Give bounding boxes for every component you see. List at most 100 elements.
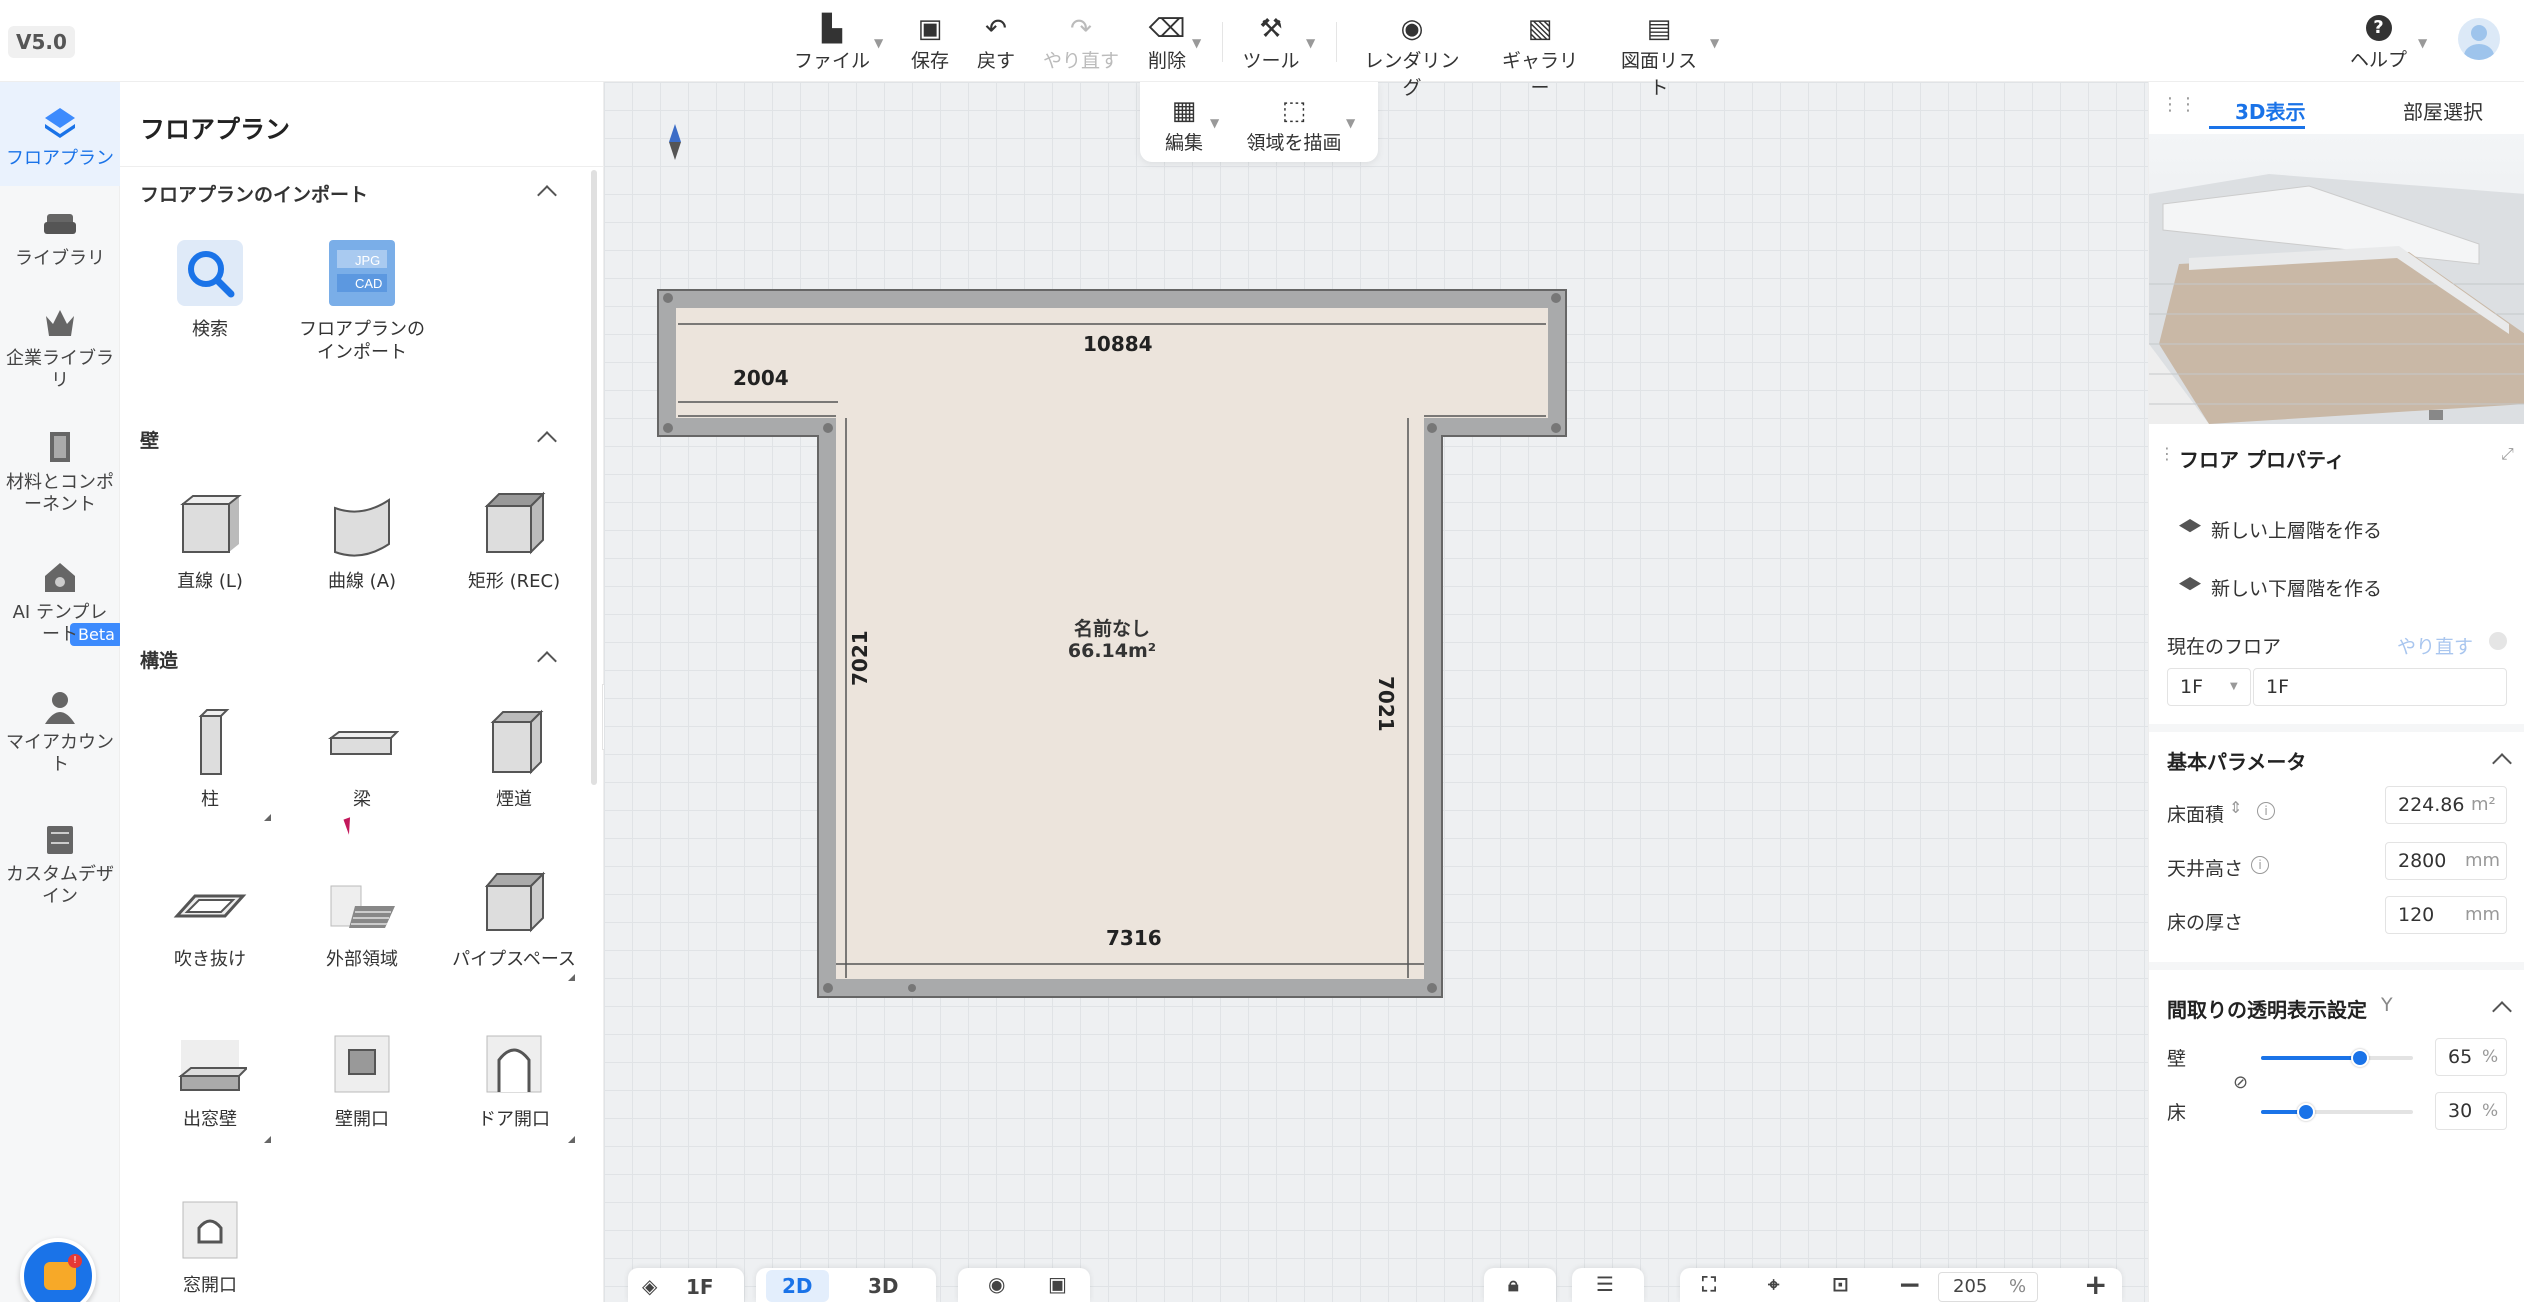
layer-settings[interactable]: ☰ bbox=[1572, 1268, 1644, 1302]
zoom-unit: % bbox=[2009, 1276, 2027, 1297]
atrium-tool[interactable]: 吹き抜け bbox=[140, 866, 280, 971]
expand-icon[interactable]: ⤢ bbox=[2501, 444, 2514, 464]
3d-preview[interactable] bbox=[2149, 134, 2524, 424]
floor-slider-knob[interactable] bbox=[2297, 1103, 2315, 1121]
nav-library[interactable]: ライブラリ bbox=[0, 204, 120, 270]
ceiling-height-value: 2800 bbox=[2398, 850, 2447, 872]
draw-area-icon: ⬚ bbox=[1281, 96, 1307, 126]
gallery-button[interactable]: ▧ ギャラリー bbox=[1494, 12, 1586, 99]
drawing-list-caret-icon[interactable]: ▼ bbox=[1710, 36, 1719, 50]
nav-floorplan[interactable]: フロアプラン bbox=[0, 82, 120, 186]
beam-tool[interactable]: 梁 bbox=[292, 706, 432, 811]
flue-label: 煙道 bbox=[496, 789, 532, 810]
undo-button[interactable]: ↶ 戻す bbox=[972, 12, 1020, 74]
chevron-up-icon[interactable] bbox=[2492, 1001, 2512, 1021]
mode-2d-button[interactable]: 2D bbox=[766, 1270, 829, 1302]
add-lower-floor-button[interactable]: 新しい下層階を作る bbox=[2179, 574, 2382, 601]
room-label[interactable]: 名前なし 66.14m² bbox=[1050, 618, 1174, 662]
file-button[interactable]: ▙ ファイル bbox=[792, 12, 872, 74]
rect-wall-tool[interactable]: 矩形 (REC) bbox=[444, 488, 584, 593]
nav-my-account[interactable]: マイアカウント bbox=[0, 688, 120, 776]
file-icon: ▙ bbox=[822, 14, 842, 44]
drawing-list-button[interactable]: ▤ 図面リスト bbox=[1612, 12, 1706, 99]
lock-toggle[interactable]: 🔒︎ bbox=[1484, 1268, 1556, 1302]
import-floorplan-tool[interactable]: JPG CAD フロアプランのインポート bbox=[292, 236, 432, 364]
floor-transparency-slider[interactable] bbox=[2261, 1103, 2413, 1121]
save-button[interactable]: ▣ 保存 bbox=[906, 12, 954, 74]
help-button[interactable]: ? ヘルプ bbox=[2350, 12, 2407, 72]
wall-transparency-input[interactable]: 65 % bbox=[2435, 1038, 2507, 1076]
floor-name-input[interactable]: 1F bbox=[2253, 668, 2507, 706]
window-opening-label: 窓開口 bbox=[183, 1275, 237, 1296]
zoom-input[interactable]: 205 % bbox=[1938, 1272, 2038, 1302]
tools-button[interactable]: ⚒ ツール bbox=[1240, 12, 1302, 74]
nav-enterprise-library[interactable]: 企業ライブラリ bbox=[0, 304, 120, 392]
nav-materials[interactable]: 材料とコンポーネント bbox=[0, 428, 120, 516]
outdoor-area-tool[interactable]: 外部領域 bbox=[292, 866, 432, 971]
eye-icon[interactable]: ◉ bbox=[988, 1272, 1005, 1296]
wall-opening-tool[interactable]: 壁開口 bbox=[292, 1026, 432, 1131]
nav-custom-design[interactable]: カスタムデザイン bbox=[0, 820, 120, 908]
help-icon: ? bbox=[2365, 15, 2392, 41]
floor-select[interactable]: 1F ▼ bbox=[2167, 668, 2251, 706]
tab-room-select[interactable]: 部屋選択 bbox=[2403, 96, 2483, 125]
curved-wall-tool[interactable]: 曲線 (A) bbox=[292, 488, 432, 593]
wall-slider-knob[interactable] bbox=[2351, 1049, 2369, 1067]
chevron-up-icon[interactable] bbox=[537, 185, 557, 205]
save-icon: ▣ bbox=[917, 14, 943, 44]
chevron-up-icon[interactable] bbox=[537, 651, 557, 671]
cube-icon[interactable]: ▣ bbox=[1048, 1272, 1067, 1296]
nav-custom-design-label: カスタムデザイン bbox=[6, 864, 114, 907]
drag-handle-icon[interactable]: ⋮ bbox=[2159, 444, 2175, 463]
add-upper-floor-button[interactable]: 新しい上層階を作る bbox=[2179, 516, 2382, 543]
nav-my-account-label: マイアカウント bbox=[6, 732, 114, 775]
column-tool[interactable]: 柱 bbox=[140, 706, 280, 811]
mode-3d-button[interactable]: 3D bbox=[868, 1274, 899, 1298]
edit-button[interactable]: ▦ 編集 bbox=[1154, 94, 1214, 156]
tools-caret-icon[interactable]: ▼ bbox=[1306, 36, 1315, 50]
app-root: V5.0 ▙ ファイル ▼ ▣ 保存 ↶ 戻す ↷ やり直す ⌫ 削除 ▼ ⚒ … bbox=[0, 0, 2524, 1302]
link-icon[interactable]: ⊘ bbox=[2233, 1072, 2248, 1093]
avatar[interactable] bbox=[2458, 18, 2500, 60]
search-floorplan-tool[interactable]: 検索 bbox=[140, 236, 280, 341]
current-floor-redo[interactable]: やり直す bbox=[2397, 632, 2473, 659]
help-label: ヘルプ bbox=[2350, 49, 2408, 71]
nav-ai-template[interactable]: AI テンプレート bbox=[0, 558, 120, 646]
floor-switcher[interactable]: ◈ 1F bbox=[628, 1268, 744, 1302]
window-opening-tool[interactable]: 窓開口 bbox=[140, 1192, 280, 1297]
camera-icon: ◉ bbox=[1400, 14, 1424, 44]
help-caret-icon[interactable]: ▼ bbox=[2418, 36, 2427, 50]
crown-icon bbox=[46, 310, 74, 336]
draw-area-caret-icon[interactable]: ▼ bbox=[1346, 116, 1355, 130]
chevron-up-icon[interactable] bbox=[537, 431, 557, 451]
drag-handle-icon[interactable]: ⋮⋮ bbox=[2161, 94, 2197, 115]
delete-caret-icon[interactable]: ▼ bbox=[1192, 36, 1201, 50]
focus-icon[interactable]: ⌖ bbox=[1768, 1272, 1779, 1296]
wall-transparency-slider[interactable] bbox=[2261, 1049, 2413, 1067]
straight-wall-tool[interactable]: 直線 (L) bbox=[140, 488, 280, 593]
delete-button[interactable]: ⌫ 削除 bbox=[1142, 12, 1192, 74]
wall-opening-label: 壁開口 bbox=[335, 1109, 389, 1130]
fit-view-icon[interactable]: ⛶ bbox=[1702, 1272, 1716, 1296]
redo-button[interactable]: ↷ やり直す bbox=[1040, 12, 1122, 74]
door-opening-tool[interactable]: ドア開口 bbox=[444, 1026, 584, 1131]
zoom-in-icon[interactable]: + bbox=[2084, 1268, 2107, 1301]
floor-thickness-unit: mm bbox=[2465, 904, 2501, 925]
zoom-value: 205 bbox=[1953, 1276, 1988, 1297]
basic-params-title: 基本パラメータ bbox=[2167, 750, 2307, 774]
zoom-region-icon[interactable]: ⊡ bbox=[1832, 1272, 1849, 1296]
file-caret-icon[interactable]: ▼ bbox=[874, 36, 883, 50]
render-button[interactable]: ◉ レンダリング bbox=[1356, 12, 1468, 99]
zoom-out-icon[interactable]: − bbox=[1898, 1268, 1921, 1301]
flue-tool[interactable]: 煙道 bbox=[444, 706, 584, 811]
edit-label: 編集 bbox=[1164, 132, 1203, 154]
bay-window-tool[interactable]: 出窓壁 bbox=[140, 1026, 280, 1131]
draw-area-button[interactable]: ⬚ 領域を描画 bbox=[1244, 94, 1344, 156]
tab-3d-view[interactable]: 3D表示 bbox=[2235, 96, 2306, 125]
floor-transparency-input[interactable]: 30 % bbox=[2435, 1092, 2507, 1130]
chevron-up-icon[interactable] bbox=[2492, 753, 2512, 773]
pipe-space-tool[interactable]: パイプスペース bbox=[444, 866, 584, 971]
panel-scrollbar[interactable] bbox=[591, 170, 597, 785]
edit-caret-icon[interactable]: ▼ bbox=[1210, 116, 1219, 130]
sort-icon[interactable]: ⇕ bbox=[2229, 798, 2242, 817]
